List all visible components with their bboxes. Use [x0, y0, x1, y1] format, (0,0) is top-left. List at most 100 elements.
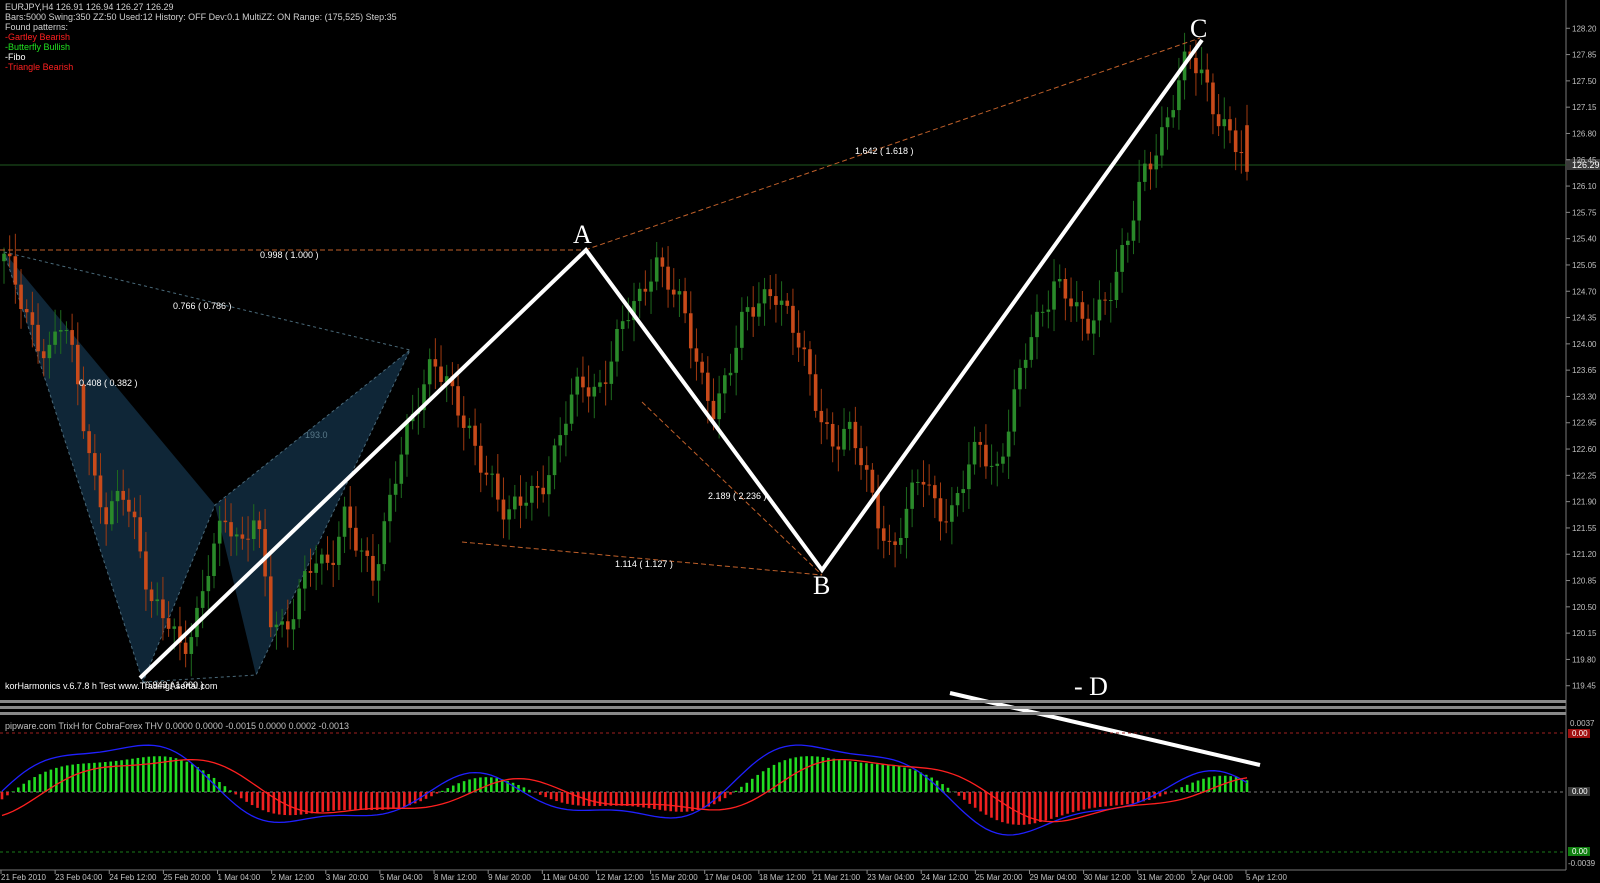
histogram-bar	[1191, 782, 1194, 792]
histogram-bar	[337, 792, 341, 811]
candle-body	[331, 562, 335, 565]
candle-body	[166, 618, 171, 629]
candle-body	[757, 303, 761, 317]
candle-body	[683, 291, 687, 314]
histogram-bar	[848, 761, 852, 792]
price-tick-label: 123.65	[1572, 366, 1597, 375]
histogram-bar	[930, 777, 933, 792]
time-tick-label: 24 Mar 12:00	[921, 873, 969, 882]
histogram-bar	[702, 792, 705, 809]
fib-label: 1.114 ( 1.127 )	[615, 559, 673, 569]
candle-body	[478, 445, 483, 473]
candle-body	[1063, 278, 1068, 299]
candle-body	[700, 361, 704, 373]
histogram-bar	[1060, 792, 1064, 816]
histogram-bar	[484, 777, 488, 792]
histogram-bar	[38, 774, 42, 792]
candle-body	[1216, 114, 1221, 127]
candle-body	[98, 475, 103, 508]
candle-body	[524, 502, 528, 506]
pane-separator[interactable]	[0, 700, 1566, 703]
histogram-bar	[142, 757, 145, 792]
histogram-bar	[310, 792, 314, 814]
histogram-bar	[6, 792, 9, 796]
pane-separator[interactable]	[0, 712, 1566, 715]
candle-body	[399, 454, 404, 484]
histogram-bar	[370, 792, 373, 811]
histogram-bar	[93, 762, 96, 792]
histogram-bar	[962, 792, 966, 800]
price-tick-label: 124.35	[1572, 314, 1597, 323]
candle-body	[796, 332, 801, 348]
candle-body	[955, 493, 960, 506]
time-tick-label: 8 Mar 12:00	[434, 873, 477, 882]
histogram-bar	[598, 792, 602, 806]
histogram-bar	[1136, 792, 1140, 803]
histogram-bar	[1126, 792, 1129, 805]
candle-body	[1233, 130, 1238, 153]
candle-body	[127, 499, 131, 512]
price-chart[interactable]: 126.29 A B C - D 0.998 ( 1.000 ) 0.766 (…	[0, 0, 1600, 883]
time-tick-label: 3 Mar 20:00	[326, 873, 369, 882]
indicator-axis-label: 0.00	[1572, 847, 1588, 856]
candle-body	[1131, 220, 1136, 241]
histogram-bar	[745, 782, 749, 792]
candle-body	[138, 517, 143, 552]
candle-body	[972, 441, 977, 465]
candle-body	[308, 571, 313, 573]
candle-body	[1228, 119, 1232, 131]
histogram-bar	[685, 792, 689, 812]
histogram-bar	[245, 792, 248, 802]
price-tick-label: 121.90	[1572, 498, 1597, 507]
histogram-bar	[946, 787, 950, 792]
histogram-bar	[277, 792, 281, 815]
histogram-bar	[321, 792, 325, 812]
candle-body	[808, 349, 812, 375]
histogram-bar	[663, 792, 667, 811]
histogram-bar	[647, 792, 651, 809]
histogram-bar	[131, 758, 134, 792]
histogram-bar	[1109, 792, 1113, 806]
candle-body	[603, 382, 608, 384]
price-tick-label: 126.45	[1572, 156, 1597, 165]
candle-body	[13, 256, 18, 285]
candle-body	[825, 422, 829, 424]
candle-body	[921, 481, 926, 485]
histogram-bar	[234, 792, 238, 795]
candle-body	[734, 347, 738, 373]
candle-body	[354, 527, 358, 551]
histogram-bar	[799, 756, 803, 792]
histogram-bar	[870, 763, 874, 792]
price-tick-label: 125.75	[1572, 208, 1597, 217]
fib-label: 0.998 ( 1.000 )	[260, 250, 319, 260]
pane-separator[interactable]	[0, 706, 1566, 709]
candle-body	[1126, 240, 1130, 246]
candle-body	[155, 599, 160, 602]
time-tick-label: 29 Mar 04:00	[1029, 873, 1077, 882]
candle-body	[1160, 127, 1164, 156]
candle-body	[121, 490, 125, 500]
histogram-bar	[397, 792, 401, 808]
candle-body	[501, 499, 506, 520]
indicator-title: pipware.com TrixH for CobraForex THV 0.0…	[5, 721, 349, 731]
histogram-bar	[1077, 792, 1080, 811]
candle-body	[172, 626, 177, 629]
candle-body	[1148, 163, 1153, 170]
histogram-bar	[196, 767, 200, 792]
candle-body	[30, 312, 35, 325]
histogram-bar	[223, 786, 227, 792]
histogram-bar	[876, 764, 879, 792]
zigzag-settings: Bars:5000 Swing:350 ZZ:50 Used:12 Histor…	[5, 12, 397, 22]
candle-body	[1120, 245, 1124, 272]
candle-body	[513, 496, 517, 510]
candle-body	[64, 330, 69, 332]
candle-body	[802, 347, 807, 350]
candle-body	[649, 281, 653, 292]
histogram-bar	[17, 787, 20, 792]
swing-label-c: C	[1190, 14, 1207, 43]
candle-body	[212, 543, 216, 576]
price-tick-label: 121.55	[1572, 524, 1597, 533]
candle-body	[1012, 389, 1017, 432]
histogram-bar	[1055, 792, 1059, 818]
histogram-bar	[1001, 792, 1004, 823]
